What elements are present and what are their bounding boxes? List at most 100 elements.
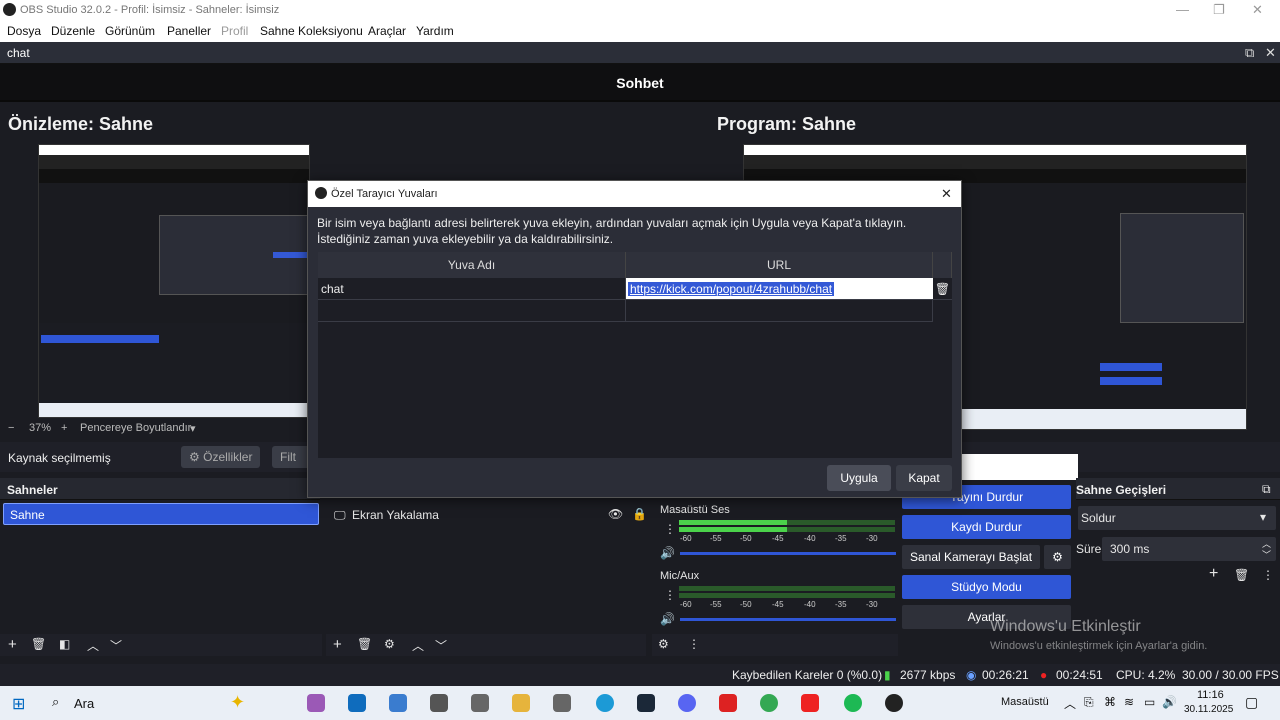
spotify-icon[interactable]	[844, 694, 862, 712]
windows-start-icon[interactable]: ⊞	[12, 694, 25, 714]
add-transition-icon[interactable]: +	[1209, 565, 1218, 583]
dock-name-cell[interactable]: chat	[318, 278, 626, 300]
filter-icon[interactable]: ◧	[59, 637, 70, 651]
volume-icon[interactable]: 🔊	[1162, 695, 1177, 709]
stop-record-button[interactable]: Kaydı Durdur	[902, 515, 1071, 539]
transition-menu-icon[interactable]: ⋮	[1262, 568, 1274, 582]
duration-spinbox[interactable]: 300 ms ︿ ﹀	[1102, 537, 1276, 561]
clock-icon[interactable]	[471, 694, 489, 712]
clock-date[interactable]: 30.11.2025	[1184, 704, 1233, 715]
outlook-icon[interactable]	[348, 694, 366, 712]
menu-gorunum[interactable]: Görünüm	[105, 24, 155, 38]
minimize-icon[interactable]: —	[1176, 2, 1189, 17]
delete-dock-icon[interactable]: 🗑	[933, 278, 952, 300]
zoom-in-icon[interactable]: +	[61, 422, 67, 434]
menu-dosya[interactable]: Dosya	[7, 24, 41, 38]
properties-button[interactable]: ⚙ Özellikler	[181, 446, 261, 468]
kebab-icon[interactable]: ⋮	[664, 588, 676, 602]
remove-source-icon[interactable]: 🗑	[357, 637, 372, 651]
virtual-camera-settings-icon[interactable]: ⚙	[1044, 545, 1071, 569]
notification-icon[interactable]: ▢	[1245, 694, 1258, 711]
column-header-name[interactable]: Yuva Adı	[318, 252, 626, 278]
scene-item[interactable]: Sahne	[3, 503, 319, 525]
close-icon[interactable]: ✕	[1252, 2, 1263, 18]
camera-icon[interactable]	[553, 694, 571, 712]
battery-icon[interactable]: ▭	[1144, 695, 1155, 709]
speaker-icon[interactable]: 🔊	[660, 612, 675, 626]
source-up-icon[interactable]: ︿	[412, 637, 424, 654]
menu-profil[interactable]: Profil	[221, 24, 248, 38]
tray-app-icon[interactable]: ⌘	[1104, 695, 1116, 709]
trash-icon[interactable]: 🗑	[31, 637, 46, 651]
volume-slider[interactable]	[680, 618, 896, 621]
chrome-icon[interactable]	[760, 694, 778, 712]
remove-transition-icon[interactable]: 🗑	[1234, 568, 1249, 582]
calculator-icon[interactable]	[389, 694, 407, 712]
menu-yardim[interactable]: Yardım	[416, 24, 454, 38]
dropped-frames: Kaybedilen Kareler 0 (%0.0)	[732, 668, 883, 682]
dock-close-icon[interactable]: ✕	[1265, 45, 1276, 61]
program-title: Program: Sahne	[717, 114, 857, 134]
level-meter	[679, 527, 895, 532]
fit-window-label[interactable]: Pencereye Boyutlandır	[80, 422, 191, 434]
speaker-icon[interactable]: 🔊	[660, 546, 675, 560]
lock-icon[interactable]: 🔒	[632, 507, 647, 521]
kebab-icon[interactable]: ⋮	[664, 522, 676, 536]
app-icon[interactable]	[719, 694, 737, 712]
source-settings-icon[interactable]: ⚙	[384, 637, 395, 651]
zoom-out-icon[interactable]: −	[8, 422, 14, 434]
empty-name-cell[interactable]	[318, 300, 626, 322]
source-item[interactable]: 🖵 Ekran Yakalama 👁 🔒	[332, 506, 647, 526]
source-down-icon[interactable]: ﹀	[435, 637, 447, 654]
add-icon[interactable]: +	[8, 636, 17, 653]
chevron-down-icon[interactable]: ▾	[190, 422, 196, 435]
virtual-camera-button[interactable]: Sanal Kamerayı Başlat	[902, 545, 1040, 569]
folder-icon[interactable]	[512, 694, 530, 712]
transition-select[interactable]: Soldur ▾	[1078, 506, 1276, 530]
menu-paneller[interactable]: Paneller	[167, 24, 211, 38]
menu-sahne-koleksiyonu[interactable]: Sahne Koleksiyonu	[260, 24, 363, 38]
advanced-audio-icon[interactable]: ⚙	[658, 637, 669, 651]
discord-icon[interactable]	[678, 694, 696, 712]
dialog-close-icon[interactable]: ✕	[941, 186, 952, 202]
clock-time[interactable]: 11:16	[1197, 689, 1224, 701]
copilot-icon[interactable]	[307, 694, 325, 712]
dock-url-cell[interactable]: https://kick.com/popout/4zrahubb/chat	[626, 278, 933, 300]
monitor-icon: 🖵	[334, 508, 346, 522]
up-icon[interactable]: ︿	[87, 637, 99, 654]
level-meter	[679, 586, 895, 591]
preview-canvas[interactable]	[38, 144, 310, 418]
search-box[interactable]: Ara	[74, 696, 94, 711]
fps: 30.00 / 30.00 FPS	[1182, 668, 1279, 682]
settings-icon[interactable]	[430, 694, 448, 712]
title-bar: OBS Studio 32.0.2 - Profil: İsimsiz - Sa…	[0, 0, 1280, 20]
studio-mode-button[interactable]: Stüdyo Modu	[902, 575, 1071, 599]
eye-icon[interactable]: 👁	[608, 507, 623, 521]
obs-taskbar-icon[interactable]	[885, 694, 903, 712]
steam-icon[interactable]	[637, 694, 655, 712]
skype-icon[interactable]	[596, 694, 614, 712]
close-button[interactable]: Kapat	[896, 465, 952, 491]
empty-url-cell[interactable]	[626, 300, 933, 322]
float-icon[interactable]: ⧉	[1245, 45, 1254, 61]
apply-button[interactable]: Uygula	[827, 465, 891, 491]
pocket-icon[interactable]	[801, 694, 819, 712]
dock-url-input[interactable]: https://kick.com/popout/4zrahubb/chat	[628, 282, 835, 296]
tray-chevron-icon[interactable]: ︿	[1064, 695, 1076, 712]
tray-label[interactable]: Masaüstü	[1001, 696, 1049, 708]
maximize-icon[interactable]: ❐	[1213, 2, 1225, 18]
scenes-header: Sahneler	[0, 478, 320, 500]
spin-down-icon[interactable]: ﹀	[1262, 548, 1271, 561]
volume-slider[interactable]	[680, 552, 896, 555]
mixer-menu-icon[interactable]: ⋮	[688, 637, 700, 651]
menu-araclar[interactable]: Araçlar	[368, 24, 406, 38]
network-icon[interactable]: ⎘	[1084, 695, 1094, 710]
filters-button[interactable]: Filt	[272, 446, 310, 468]
add-source-icon[interactable]: +	[333, 636, 342, 653]
search-icon[interactable]: ⌕	[52, 694, 59, 710]
down-icon[interactable]: ﹀	[110, 637, 122, 654]
float-icon[interactable]: ⧉	[1262, 482, 1271, 497]
menu-duzenle[interactable]: Düzenle	[51, 24, 95, 38]
column-header-url[interactable]: URL	[626, 252, 933, 278]
wifi-icon[interactable]: ≋	[1124, 695, 1134, 709]
